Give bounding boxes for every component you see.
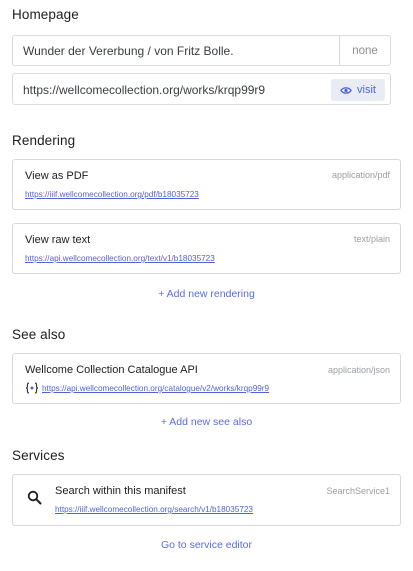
rendering-url-link[interactable]: https://api.wellcomecollection.org/text/… <box>25 254 215 263</box>
service-card[interactable]: Search within this manifest SearchServic… <box>12 474 401 526</box>
rendering-card[interactable]: View raw text text/plain https://api.wel… <box>12 223 401 274</box>
see-also-url-link[interactable]: https://api.wellcomecollection.org/catal… <box>42 384 269 393</box>
rendering-url-link[interactable]: https://iiif.wellcomecollection.org/pdf/… <box>25 190 199 199</box>
service-editor-link[interactable]: Go to service editor <box>0 539 413 551</box>
json-braces-icon <box>25 382 39 394</box>
service-type: SearchService1 <box>326 486 390 496</box>
homepage-url-value[interactable]: https://wellcomecollection.org/works/krq… <box>23 83 323 97</box>
eye-icon <box>340 86 352 94</box>
rendering-label: View as PDF <box>25 170 89 182</box>
rendering-label: View raw text <box>25 234 91 246</box>
service-url-link[interactable]: https://iiif.wellcomecollection.org/sear… <box>55 505 253 514</box>
see-also-format: application/json <box>327 365 390 375</box>
homepage-label-value[interactable]: Wunder der Vererbung / von Fritz Bolle. <box>23 44 323 58</box>
service-label: Search within this manifest <box>55 485 186 497</box>
rendering-card[interactable]: View as PDF application/pdf https://iiif… <box>12 159 401 210</box>
rendering-title: Rendering <box>12 133 76 148</box>
rendering-format: application/pdf <box>331 170 390 180</box>
rendering-format: text/plain <box>353 234 390 244</box>
add-see-also-link[interactable]: + Add new see also <box>0 416 413 428</box>
homepage-label-field[interactable]: Wunder der Vererbung / von Fritz Bolle. … <box>12 35 391 66</box>
language-selector-button[interactable]: none <box>339 36 390 65</box>
see-also-card[interactable]: Wellcome Collection Catalogue API applic… <box>12 353 401 404</box>
visit-button[interactable]: visit <box>331 79 385 101</box>
homepage-url-field[interactable]: https://wellcomecollection.org/works/krq… <box>12 73 391 105</box>
search-icon <box>27 490 42 505</box>
visit-label: visit <box>357 84 376 96</box>
services-title: Services <box>12 448 65 463</box>
add-rendering-link[interactable]: + Add new rendering <box>0 288 413 300</box>
homepage-title: Homepage <box>12 7 79 22</box>
see-also-title: See also <box>12 327 66 342</box>
see-also-label: Wellcome Collection Catalogue API <box>25 364 198 376</box>
